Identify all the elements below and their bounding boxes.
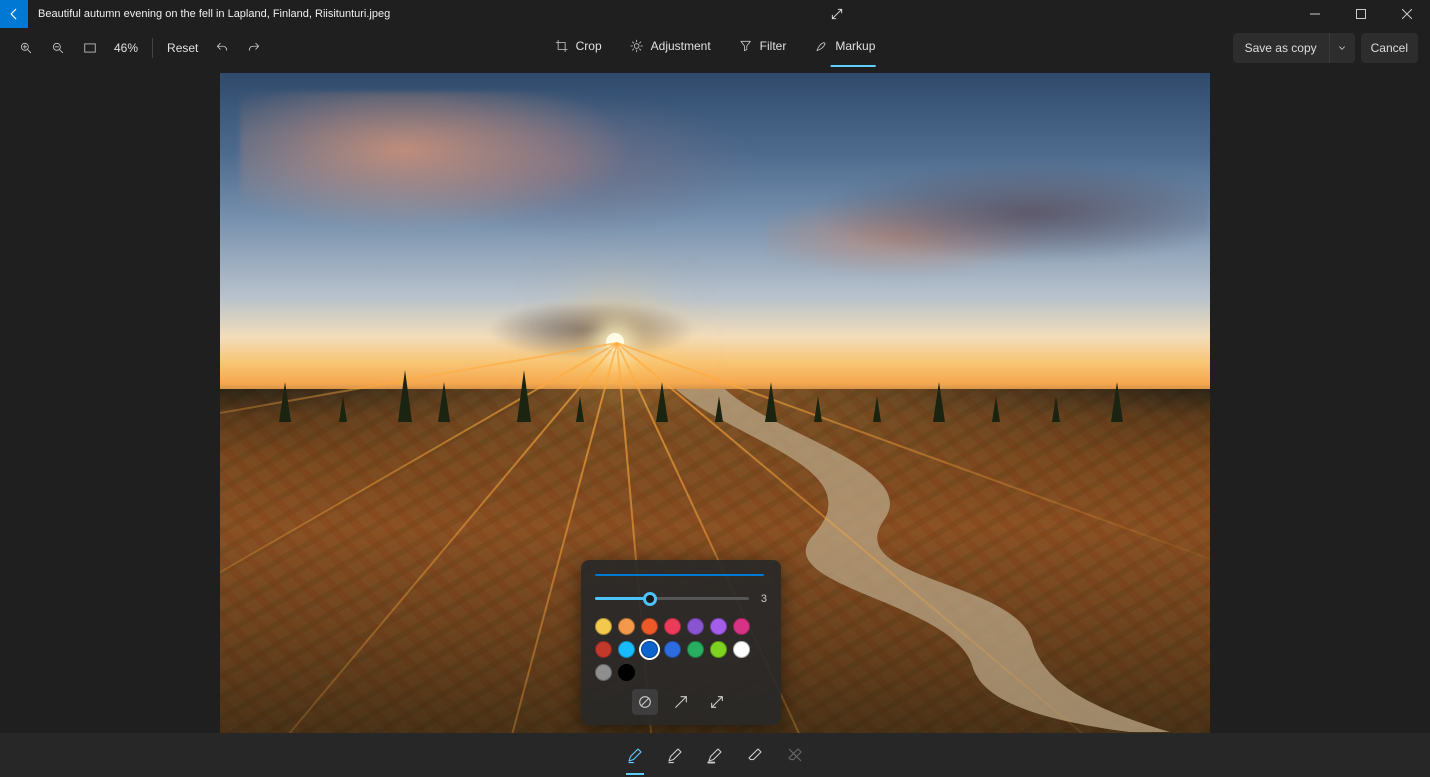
maximize-icon <box>1356 9 1366 19</box>
edited-image[interactable]: 3 <box>220 73 1210 733</box>
color-swatch[interactable] <box>595 618 612 635</box>
color-swatch[interactable] <box>687 641 704 658</box>
undo-button[interactable] <box>208 34 236 62</box>
canvas-area: 3 <box>0 72 1430 733</box>
fit-button[interactable] <box>76 34 104 62</box>
color-swatch[interactable] <box>641 618 658 635</box>
color-swatch[interactable] <box>733 618 750 635</box>
color-swatch[interactable] <box>618 641 635 658</box>
undo-icon <box>215 41 229 55</box>
save-as-copy-label: Save as copy <box>1233 41 1329 55</box>
cancel-button[interactable]: Cancel <box>1361 33 1418 63</box>
fullscreen-button[interactable] <box>814 0 860 28</box>
tab-markup[interactable]: Markup <box>814 39 875 57</box>
tab-adjustment-label: Adjustment <box>651 39 711 53</box>
redo-icon <box>247 41 261 55</box>
color-swatch[interactable] <box>733 641 750 658</box>
pen-icon <box>666 746 684 764</box>
zoom-out-button[interactable] <box>44 34 72 62</box>
tip-arrow[interactable] <box>668 689 694 715</box>
color-swatch[interactable] <box>687 618 704 635</box>
tab-filter[interactable]: Filter <box>739 39 787 57</box>
color-swatches <box>595 618 767 681</box>
zoom-level-label[interactable]: 46% <box>108 41 144 55</box>
pen-tool-2[interactable] <box>660 740 690 770</box>
zoom-in-button[interactable] <box>12 34 40 62</box>
arrow-tip-icon <box>673 694 689 710</box>
zoom-controls: 46% Reset <box>12 34 268 62</box>
back-arrow-icon <box>7 7 21 21</box>
tab-adjustment[interactable]: Adjustment <box>630 39 711 57</box>
pen-icon <box>626 746 644 764</box>
markup-tools-bar <box>0 733 1430 777</box>
color-swatch[interactable] <box>641 641 658 658</box>
color-swatch[interactable] <box>710 618 727 635</box>
color-swatch[interactable] <box>664 641 681 658</box>
clear-icon <box>786 746 804 764</box>
color-swatch[interactable] <box>595 641 612 658</box>
save-dropdown[interactable] <box>1329 33 1355 63</box>
eraser-tool[interactable] <box>740 740 770 770</box>
thickness-slider[interactable] <box>595 588 749 610</box>
minimize-button[interactable] <box>1292 0 1338 28</box>
clear-tool[interactable] <box>780 740 810 770</box>
color-swatch[interactable] <box>664 618 681 635</box>
adjustment-icon <box>630 39 644 53</box>
color-swatch[interactable] <box>618 618 635 635</box>
zoom-in-icon <box>19 41 33 55</box>
tab-crop[interactable]: Crop <box>555 39 602 57</box>
close-icon <box>1402 9 1412 19</box>
mode-tabs: Crop Adjustment Filter Markup <box>555 39 876 57</box>
expand-icon <box>830 7 844 21</box>
minimize-icon <box>1310 9 1320 19</box>
filename-label: Beautiful autumn evening on the fell in … <box>38 8 390 20</box>
separator <box>152 38 153 58</box>
tip-style-row <box>595 689 767 715</box>
window-controls <box>1292 0 1430 28</box>
markup-icon <box>814 39 828 53</box>
zoom-out-icon <box>51 41 65 55</box>
save-as-copy-button[interactable]: Save as copy <box>1233 33 1355 63</box>
tab-markup-label: Markup <box>835 39 875 53</box>
tip-none[interactable] <box>632 689 658 715</box>
back-button[interactable] <box>0 0 28 28</box>
crop-icon <box>555 39 569 53</box>
eraser-icon <box>746 746 764 764</box>
chevron-down-icon <box>1337 43 1347 53</box>
no-tip-icon <box>637 694 653 710</box>
thickness-value: 3 <box>757 593 767 605</box>
title-bar: Beautiful autumn evening on the fell in … <box>0 0 1430 28</box>
tip-double-arrow[interactable] <box>704 689 730 715</box>
tab-filter-label: Filter <box>760 39 787 53</box>
thickness-indicator <box>595 574 767 578</box>
markup-options-popup: 3 <box>581 560 781 725</box>
highlighter-icon <box>706 746 724 764</box>
reset-button[interactable]: Reset <box>161 37 204 59</box>
color-swatch[interactable] <box>710 641 727 658</box>
tab-crop-label: Crop <box>576 39 602 53</box>
edit-toolbar: 46% Reset Crop Adjustment Filter Markup … <box>0 28 1430 68</box>
filter-icon <box>739 39 753 53</box>
color-swatch[interactable] <box>595 664 612 681</box>
close-button[interactable] <box>1384 0 1430 28</box>
color-swatch[interactable] <box>618 664 635 681</box>
double-arrow-tip-icon <box>709 694 725 710</box>
pen-tool-1[interactable] <box>620 740 650 770</box>
fit-icon <box>83 41 97 55</box>
maximize-button[interactable] <box>1338 0 1384 28</box>
redo-button[interactable] <box>240 34 268 62</box>
highlighter-tool[interactable] <box>700 740 730 770</box>
save-controls: Save as copy Cancel <box>1233 33 1418 63</box>
